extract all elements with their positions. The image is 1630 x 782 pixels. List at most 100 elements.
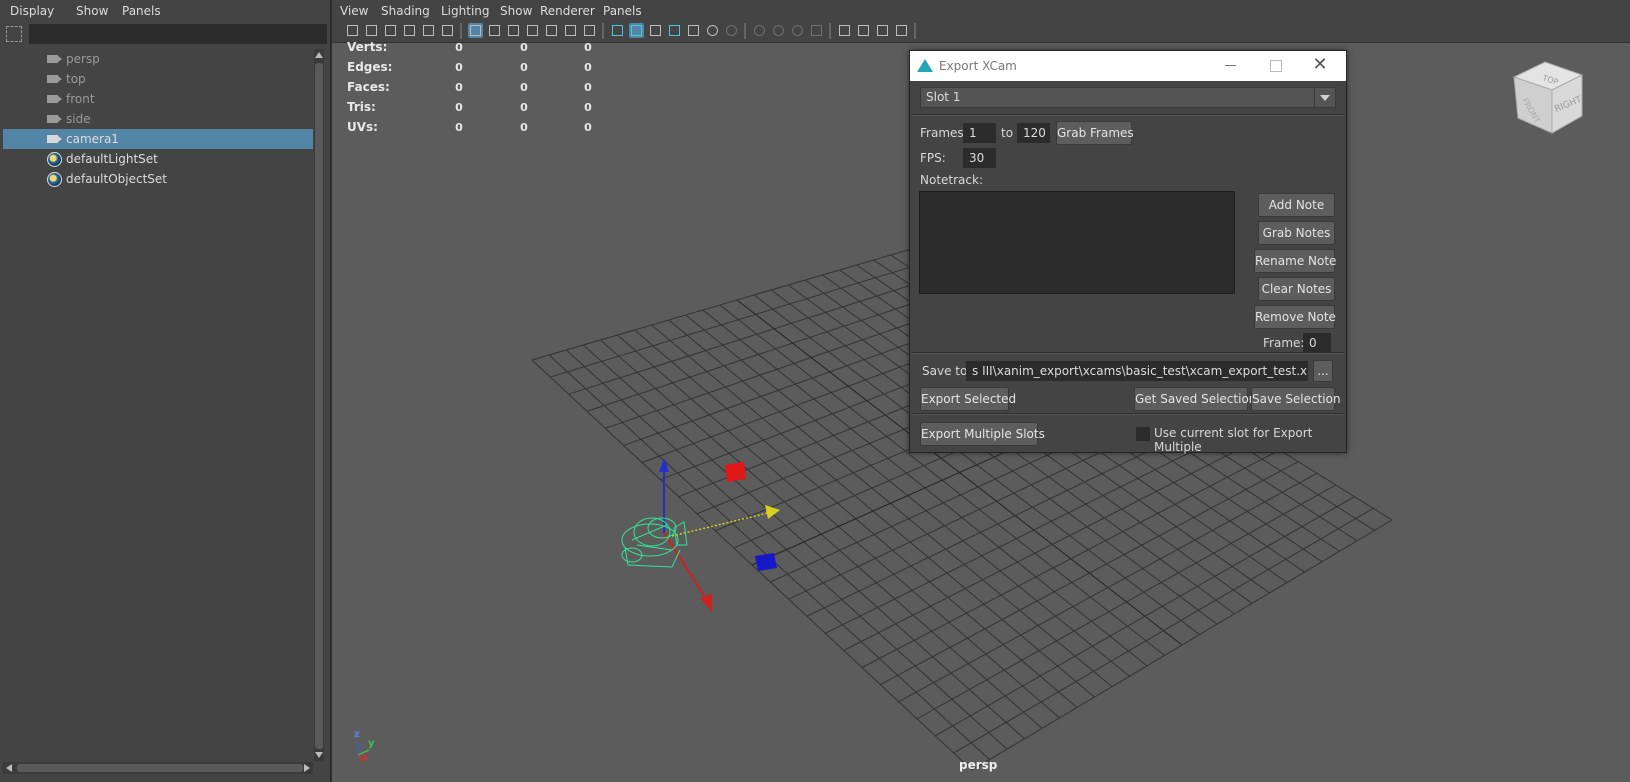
- axis-label-x: x: [362, 752, 369, 763]
- wireframe-icon[interactable]: [610, 23, 625, 38]
- outliner-item-label: persp: [66, 52, 100, 66]
- outliner-item-defaultlightset[interactable]: defaultLightSet: [3, 149, 313, 169]
- textured-icon[interactable]: [686, 23, 701, 38]
- fps-input[interactable]: 30: [963, 148, 996, 168]
- get-saved-selection-button[interactable]: Get Saved Selection: [1134, 387, 1256, 411]
- outliner-item-camera1[interactable]: camera1: [3, 129, 313, 149]
- xray-components-icon[interactable]: [894, 23, 909, 38]
- grid-toggle-icon[interactable]: [468, 23, 483, 38]
- grab-frames-button[interactable]: Grab Frames: [1056, 121, 1134, 145]
- notetrack-list[interactable]: [919, 191, 1235, 294]
- outliner-horizontal-scrollbar[interactable]: [3, 762, 313, 774]
- note-frame-input[interactable]: 0: [1303, 333, 1331, 353]
- scroll-right-arrow-icon[interactable]: [304, 764, 310, 772]
- export-multiple-slots-button[interactable]: Export Multiple Slots: [920, 422, 1045, 446]
- axis-label-z: z: [354, 729, 360, 740]
- grab-notes-button[interactable]: Grab Notes: [1258, 221, 1335, 245]
- menu-lighting[interactable]: Lighting: [441, 4, 490, 18]
- xray-joints-icon[interactable]: [875, 23, 890, 38]
- outliner-item-label: side: [66, 112, 91, 126]
- camera1-wireframe[interactable]: [621, 517, 688, 568]
- gate-mask-icon[interactable]: [525, 23, 540, 38]
- dialog-titlebar[interactable]: Export XCam ✕: [910, 51, 1346, 81]
- view-cube[interactable]: TOP RIGHT FRONT: [1500, 60, 1590, 140]
- safe-title-icon[interactable]: [582, 23, 597, 38]
- manip-z-arrow-icon[interactable]: [700, 594, 712, 612]
- safe-action-icon[interactable]: [563, 23, 578, 38]
- film-gate-icon[interactable]: [487, 23, 502, 38]
- outliner-item-top[interactable]: top: [3, 69, 313, 89]
- menu-view[interactable]: View: [340, 4, 368, 18]
- manip-plane-handle-blue[interactable]: [755, 553, 777, 571]
- filter-icon[interactable]: [6, 26, 22, 42]
- field-chart-icon[interactable]: [544, 23, 559, 38]
- minimize-icon[interactable]: [1225, 65, 1236, 66]
- outliner-search-input[interactable]: [29, 24, 327, 44]
- depth-of-field-icon[interactable]: [809, 23, 824, 38]
- frame-start-input[interactable]: 1: [963, 123, 996, 143]
- outliner-item-front[interactable]: front: [3, 89, 313, 109]
- outliner-item-side[interactable]: side: [3, 109, 313, 129]
- image-plane-icon[interactable]: [402, 23, 417, 38]
- select-camera-icon[interactable]: [345, 23, 360, 38]
- xray-icon[interactable]: [856, 23, 871, 38]
- anti-aliasing-icon[interactable]: [790, 23, 805, 38]
- outliner-item-defaultobjectset[interactable]: defaultObjectSet: [3, 169, 313, 189]
- outliner-item-label: defaultObjectSet: [66, 172, 168, 186]
- slot-dropdown[interactable]: Slot 1: [920, 87, 1336, 108]
- menu-display[interactable]: Display: [10, 4, 54, 18]
- close-icon[interactable]: ✕: [1310, 55, 1330, 75]
- scroll-thumb[interactable]: [17, 764, 303, 772]
- hud-value: 0: [584, 81, 592, 94]
- hud-value: 0: [520, 121, 528, 134]
- use-current-slot-checkbox[interactable]: [1136, 427, 1150, 441]
- outliner-item-persp[interactable]: persp: [3, 49, 313, 69]
- scroll-left-arrow-icon[interactable]: [6, 764, 12, 772]
- scroll-down-arrow-icon[interactable]: [315, 752, 323, 758]
- 2d-pan-zoom-icon[interactable]: [421, 23, 436, 38]
- manip-y-arrow-icon[interactable]: [659, 458, 669, 472]
- fps-label: FPS:: [920, 151, 946, 165]
- hud-value: 0: [455, 81, 463, 94]
- menu-show[interactable]: Show: [500, 4, 532, 18]
- menu-shading[interactable]: Shading: [381, 4, 430, 18]
- browse-button[interactable]: ...: [1313, 360, 1333, 382]
- axis-label-y: y: [368, 738, 375, 749]
- screen-space-ao-icon[interactable]: [752, 23, 767, 38]
- save-path-input[interactable]: s III\xanim_export\xcams\basic_test\xcam…: [966, 361, 1308, 381]
- add-note-button[interactable]: Add Note: [1258, 193, 1335, 217]
- camera-icon: [47, 73, 63, 85]
- rename-note-button[interactable]: Rename Note: [1254, 249, 1336, 273]
- manip-plane-handle-red[interactable]: [725, 462, 746, 482]
- menu-show[interactable]: Show: [76, 4, 108, 18]
- default-material-icon[interactable]: [648, 23, 663, 38]
- clear-notes-button[interactable]: Clear Notes: [1258, 277, 1335, 301]
- smooth-shade-icon[interactable]: [629, 23, 644, 38]
- maximize-icon[interactable]: [1270, 60, 1282, 72]
- menu-panels[interactable]: Panels: [122, 4, 161, 18]
- camera-icon: [47, 133, 63, 145]
- scroll-up-arrow-icon[interactable]: [315, 52, 323, 58]
- bookmark-icon[interactable]: [383, 23, 398, 38]
- outliner-menubar: Display Show Panels: [0, 0, 330, 22]
- resolution-gate-icon[interactable]: [506, 23, 521, 38]
- wireframe-on-shaded-icon[interactable]: [667, 23, 682, 38]
- chevron-down-icon[interactable]: [1314, 88, 1335, 107]
- outliner-vertical-scrollbar[interactable]: [314, 49, 324, 761]
- outliner-item-label: top: [66, 72, 86, 86]
- manip-x-axis[interactable]: [671, 511, 773, 537]
- frame-end-input[interactable]: 120: [1017, 123, 1050, 143]
- isolate-select-icon[interactable]: [837, 23, 852, 38]
- grease-pencil-icon[interactable]: [440, 23, 455, 38]
- shadows-icon[interactable]: [724, 23, 739, 38]
- camera-attributes-icon[interactable]: [364, 23, 379, 38]
- save-selection-button[interactable]: Save Selection: [1251, 387, 1341, 411]
- export-selected-button[interactable]: Export Selected: [920, 387, 1016, 411]
- menu-renderer[interactable]: Renderer: [540, 4, 595, 18]
- menu-panels[interactable]: Panels: [603, 4, 642, 18]
- scroll-thumb[interactable]: [315, 63, 323, 749]
- motion-blur-icon[interactable]: [771, 23, 786, 38]
- hud-value: 0: [584, 101, 592, 114]
- remove-note-button[interactable]: Remove Note: [1254, 305, 1336, 329]
- use-all-lights-icon[interactable]: [705, 23, 720, 38]
